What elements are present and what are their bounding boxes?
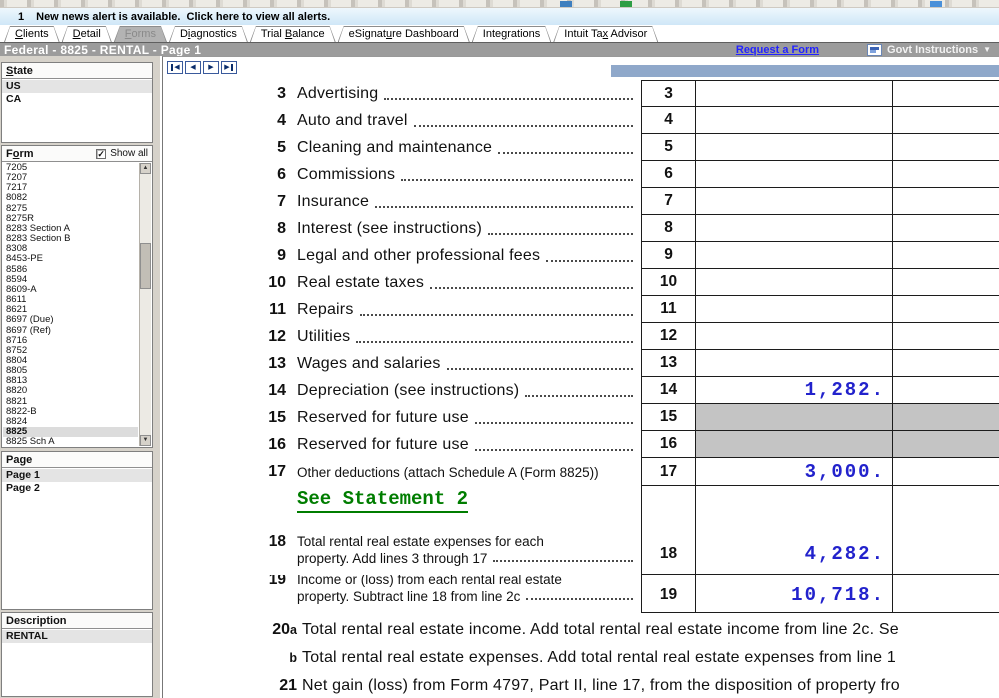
- form-item-8825-sch-a[interactable]: 8825 Sch A: [3, 437, 138, 446]
- line-number-label: 21: [267, 677, 297, 695]
- govt-instructions-icon: [867, 44, 882, 56]
- state-list: USCA: [2, 79, 152, 106]
- line-label-text: Net gain (loss) from Form 4797, Part II,…: [302, 677, 900, 695]
- alert-text[interactable]: New news alert is available. Click here …: [36, 11, 330, 23]
- lacerte-window: 1 New news alert is available. Click her…: [0, 0, 999, 698]
- description-item-rental[interactable]: RENTAL: [2, 630, 152, 643]
- alert-count: 1: [18, 11, 24, 23]
- tab-label: Forms: [115, 27, 166, 42]
- description-panel-header: Description: [6, 615, 67, 627]
- tab-diagnostics[interactable]: Diagnostics: [169, 26, 248, 42]
- toolbar-icon: [560, 1, 572, 7]
- scroll-up-button[interactable]: ▲: [140, 163, 151, 174]
- state-item-ca[interactable]: CA: [2, 93, 152, 106]
- toolbar-icon: [930, 1, 942, 7]
- govt-instructions-button[interactable]: Govt Instructions ▼: [867, 44, 991, 56]
- page-panel-header-row: Page: [2, 452, 152, 468]
- line-number-digits: 20: [272, 621, 290, 638]
- line-number-digits: 21: [279, 677, 297, 694]
- show-all-checkbox[interactable]: ✓: [96, 149, 106, 159]
- form-panel-header: Form: [6, 148, 34, 160]
- state-item-us[interactable]: US: [2, 80, 152, 93]
- sidebar: State USCA Form ✓ Show all 7205720772178…: [0, 56, 160, 698]
- tab-label: Diagnostics: [170, 27, 247, 42]
- chevron-down-icon: ▼: [983, 45, 991, 54]
- page-item-page-2[interactable]: Page 2: [2, 482, 152, 495]
- form-line-b: b Total rental real estate expenses. Add …: [267, 649, 999, 667]
- form-list: 720572077217808282758275R8283 Section A8…: [3, 163, 138, 446]
- form-panel: Form ✓ Show all 720572077217808282758275…: [1, 145, 153, 448]
- tab-forms[interactable]: Forms: [114, 26, 167, 42]
- news-alert-bar[interactable]: 1 New news alert is available. Click her…: [0, 8, 999, 25]
- check-icon: ✓: [97, 150, 105, 158]
- tab-clients[interactable]: Clients: [4, 26, 60, 42]
- tab-trial-balance[interactable]: Trial Balance: [250, 26, 336, 42]
- state-panel: State USCA: [1, 62, 153, 143]
- request-a-form-link[interactable]: Request a Form: [736, 44, 819, 56]
- tab-intuit-tax-advisor[interactable]: Intuit Tax Advisor: [553, 26, 658, 42]
- tab-label: eSignature Dashboard: [339, 27, 469, 42]
- page-panel: Page Page 1Page 2: [1, 451, 153, 610]
- form-list-scrollbar[interactable]: ▲ ▼: [139, 163, 151, 446]
- tab-esignature-dashboard[interactable]: eSignature Dashboard: [338, 26, 470, 42]
- description-list: RENTAL: [2, 629, 152, 643]
- toolbar-strip: [0, 0, 999, 8]
- page-item-page-1[interactable]: Page 1: [2, 469, 152, 482]
- line-label-text: Total rental real estate income. Add tot…: [302, 621, 899, 639]
- tab-label: Trial Balance: [251, 27, 335, 42]
- line-number-label: 20a: [267, 621, 297, 639]
- form-title-bar: Federal - 8825 - RENTAL - Page 1 Request…: [0, 42, 999, 56]
- form-panel-header-row: Form ✓ Show all: [2, 146, 152, 162]
- show-all-label: Show all: [110, 148, 148, 159]
- tab-label: Integrations: [473, 27, 551, 42]
- form-line-21: 21 Net gain (loss) from Form 4797, Part I…: [267, 677, 999, 695]
- line-number-letter: a: [290, 623, 297, 637]
- line-label-text: Total rental real estate expenses. Add t…: [302, 649, 896, 667]
- form-view: ◀◀▶▶ 3Advertising34Auto and travel45Clea…: [162, 56, 999, 698]
- state-panel-header: State: [6, 65, 33, 77]
- tab-label: Clients: [5, 27, 59, 42]
- tab-label: Intuit Tax Advisor: [554, 27, 657, 42]
- scroll-down-button[interactable]: ▼: [140, 435, 151, 446]
- page-panel-header: Page: [6, 454, 32, 466]
- description-panel-header-row: Description: [2, 613, 152, 629]
- description-panel: Description RENTAL: [1, 612, 153, 697]
- scroll-thumb[interactable]: [140, 243, 151, 289]
- tab-integrations[interactable]: Integrations: [472, 26, 552, 42]
- page-title: Federal - 8825 - RENTAL - Page 1: [4, 43, 736, 57]
- toolbar-icon: [620, 1, 632, 7]
- tab-label: Detail: [63, 27, 111, 42]
- line-number-letter: b: [289, 651, 297, 665]
- tab-bar: Clients Detail Forms Diagnostics Trial Balan…: [0, 25, 999, 42]
- bottom-lines: 20a Total rental real estate income. Add …: [163, 57, 999, 698]
- form-line-20a: 20a Total rental real estate income. Add …: [267, 621, 999, 639]
- page-list: Page 1Page 2: [2, 468, 152, 495]
- govt-instructions-label: Govt Instructions: [887, 44, 978, 56]
- state-panel-header-row: State: [2, 63, 152, 79]
- line-number-label: b: [267, 649, 297, 667]
- form-item-8697-due[interactable]: 8697 (Due): [3, 315, 138, 325]
- tab-detail[interactable]: Detail: [62, 26, 112, 42]
